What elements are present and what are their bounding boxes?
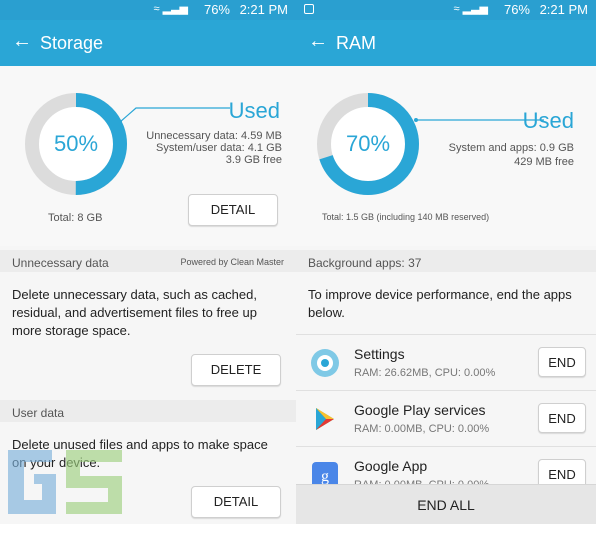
unnecessary-data-stat: Unnecessary data: 4.59 MB — [146, 130, 282, 142]
watermark-logo-icon — [8, 450, 122, 514]
ram-usage-donut: 70% — [317, 93, 419, 195]
back-arrow-icon[interactable]: ← — [12, 30, 32, 53]
storage-summary-card: 50% Used Unnecessary data: 4.59 MB Syste… — [0, 66, 296, 246]
used-label: Used — [228, 98, 280, 123]
total-ram: Total: 1.5 GB (including 140 MB reserved… — [322, 212, 490, 222]
app-bar: ← RAM — [296, 20, 596, 66]
app-name: Settings — [354, 346, 405, 362]
ram-screen: ≈ ▂▃▅ 76% 2:21 PM ← RAM 70% Used System … — [296, 0, 596, 524]
battery-level: 76% — [203, 2, 230, 17]
clock: 2:21 PM — [239, 2, 288, 17]
unnecessary-data-description: Delete unnecessary data, such as cached,… — [12, 287, 257, 338]
app-name: Google Play services — [354, 402, 486, 418]
page-title: RAM — [336, 33, 376, 53]
ram-summary-card: 70% Used System and apps: 0.9 GB 429 MB … — [296, 66, 596, 246]
ram-description: To improve device performance, end the a… — [308, 287, 572, 320]
section-title: Unnecessary data — [12, 256, 109, 270]
free-space-stat: 3.9 GB free — [225, 154, 282, 166]
screenshot-composite: ≈ ▂▃▅ 76% 2:21 PM ← Storage 50% Used Unn… — [0, 0, 600, 534]
status-bar: ≈ ▂▃▅ 76% 2:21 PM — [296, 0, 596, 20]
end-google-play-services-button[interactable]: END — [538, 403, 586, 433]
unnecessary-data-header: Unnecessary data Powered by Clean Master — [0, 250, 296, 272]
google-play-services-icon — [316, 408, 334, 430]
storage-detail-button[interactable]: DETAIL — [188, 194, 278, 226]
storage-usage-donut: 50% — [25, 93, 127, 195]
battery-level: 76% — [503, 2, 530, 17]
system-apps-stat: System and apps: 0.9 GB — [448, 142, 574, 154]
app-row-settings: Settings RAM: 26.62MB, CPU: 0.00% END — [296, 334, 596, 390]
notification-icon — [304, 4, 314, 14]
back-arrow-icon[interactable]: ← — [308, 30, 328, 53]
app-bar: ← Storage — [0, 20, 296, 66]
total-storage: Total: 8 GB — [48, 212, 103, 224]
end-all-button[interactable]: END ALL — [296, 484, 596, 524]
user-data-detail-button[interactable]: DETAIL — [191, 486, 281, 518]
background-apps-header: Background apps: 37 — [296, 250, 596, 272]
end-settings-button[interactable]: END — [538, 347, 586, 377]
section-title: Background apps: 37 — [308, 256, 422, 270]
used-label: Used — [522, 108, 574, 133]
delete-button[interactable]: DELETE — [191, 354, 281, 386]
used-leader-line — [118, 107, 230, 124]
section-title: User data — [12, 406, 65, 420]
page-title: Storage — [40, 33, 104, 53]
powered-by-label: Powered by Clean Master — [180, 257, 284, 267]
storage-percent: 50% — [54, 131, 98, 156]
ram-percent: 70% — [346, 131, 390, 156]
settings-icon — [311, 349, 339, 377]
storage-screen: ≈ ▂▃▅ 76% 2:21 PM ← Storage 50% Used Unn… — [0, 0, 296, 524]
svg-text:g: g — [321, 468, 329, 485]
app-usage: RAM: 0.00MB, CPU: 0.00% — [354, 423, 490, 435]
app-name: Google App — [354, 458, 428, 474]
free-ram-stat: 429 MB free — [514, 156, 574, 168]
signal-icon: ≈ ▂▃▅ — [453, 3, 488, 15]
clock: 2:21 PM — [539, 2, 588, 17]
signal-icon: ≈ ▂▃▅ — [153, 3, 188, 15]
system-user-data-stat: System/user data: 4.1 GB — [156, 142, 282, 154]
status-bar: ≈ ▂▃▅ 76% 2:21 PM — [0, 0, 296, 20]
app-usage: RAM: 26.62MB, CPU: 0.00% — [354, 367, 496, 379]
user-data-header: User data — [0, 400, 296, 422]
app-row-google-play-services: Google Play services RAM: 0.00MB, CPU: 0… — [296, 390, 596, 446]
